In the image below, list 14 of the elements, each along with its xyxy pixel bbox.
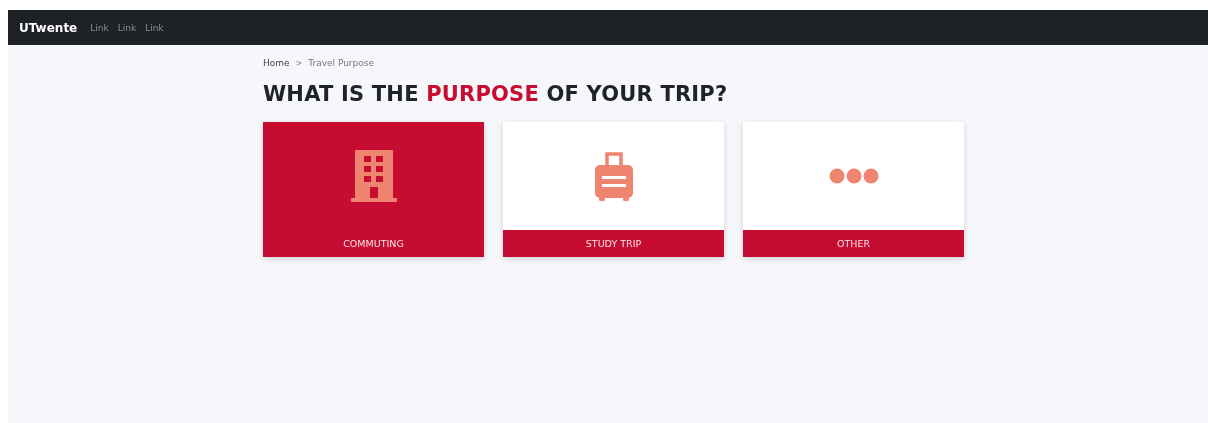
nav-link[interactable]: Link bbox=[90, 22, 109, 33]
option-card[interactable]: COMMUTING bbox=[263, 122, 484, 257]
option-card[interactable]: OTHER bbox=[743, 122, 964, 257]
option-card[interactable]: STUDY TRIP bbox=[503, 122, 724, 257]
breadcrumb-separator: > bbox=[295, 58, 303, 68]
more-icon bbox=[828, 168, 879, 184]
building-icon bbox=[350, 150, 397, 202]
breadcrumb-link[interactable]: Home bbox=[263, 58, 290, 68]
page-title: WHAT IS THE PURPOSE OF YOUR TRIP? bbox=[263, 82, 729, 106]
current-page-label: Travel Purpose bbox=[308, 58, 374, 68]
nav-link[interactable]: Link bbox=[117, 22, 137, 33]
brand-link[interactable]: UTwente bbox=[19, 20, 78, 35]
nav-link[interactable]: Link bbox=[145, 22, 164, 33]
suitcase-icon bbox=[593, 150, 634, 202]
